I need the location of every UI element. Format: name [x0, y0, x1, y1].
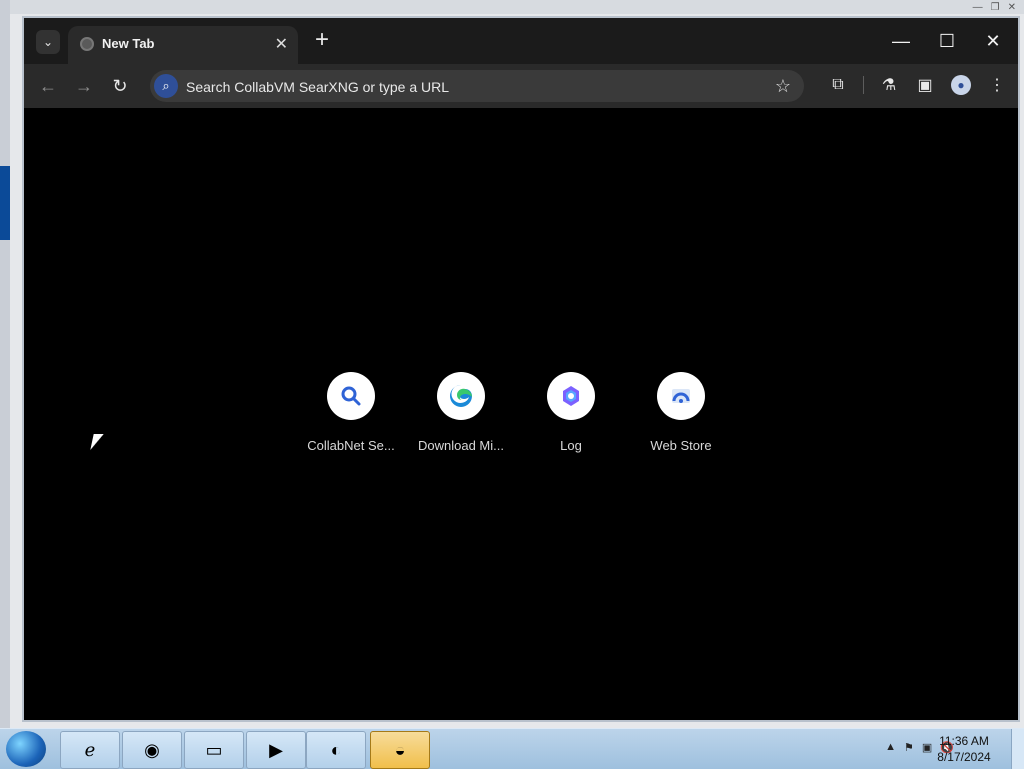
reload-button[interactable]: ↻: [108, 74, 132, 98]
arrow-left-icon: ←: [39, 75, 57, 96]
labs-button[interactable]: ⚗: [878, 74, 900, 96]
back-button[interactable]: ←: [36, 74, 60, 98]
new-tab-page: CollabNet Se... Download Mi... Log Web S…: [24, 108, 1018, 720]
background-window-restore-icon: ❐: [990, 2, 1000, 13]
background-window-close-icon: ✕: [1007, 2, 1016, 13]
tab-favicon: [80, 37, 94, 51]
search-engine-icon: ⌕: [154, 74, 178, 98]
edge-icon: [450, 384, 472, 407]
taskbar-edge-button[interactable]: ◒: [370, 731, 430, 769]
edge-icon: ◒: [394, 739, 406, 760]
side-panel-button[interactable]: ▣: [914, 74, 936, 96]
web-store-icon: [672, 389, 690, 403]
shortcut-collabnet-search[interactable]: CollabNet Se...: [306, 370, 396, 470]
search-icon: [341, 386, 361, 406]
folder-icon: ▭: [205, 739, 223, 760]
address-bar[interactable]: ⌕ ☆: [150, 70, 804, 104]
star-icon: ☆: [774, 75, 792, 96]
taskbar-explorer-button[interactable]: ▭: [184, 731, 244, 769]
shortcut-icon-circle: [547, 372, 595, 420]
browser-titlebar: ⌄ New Tab ✕ + — ☐ ✕: [24, 18, 1018, 64]
address-input[interactable]: [184, 70, 748, 104]
maximize-icon: ☐: [938, 30, 956, 51]
shortcut-label: CollabNet Se...: [307, 438, 395, 453]
kebab-menu-icon: ⋮: [989, 77, 1005, 94]
toolbar-icons: ⧉ ⚗ ▣ ● ⋮: [827, 74, 1008, 96]
shortcut-label: Download Mi...: [418, 438, 504, 453]
browser-window: ⌄ New Tab ✕ + — ☐ ✕ ← → ↻ ⌕ ☆ ⧉: [22, 16, 1020, 722]
tab-close-button[interactable]: ✕: [275, 34, 288, 54]
taskbar-ie-button[interactable]: ℯ: [60, 731, 120, 769]
flask-icon: ⚗: [881, 77, 897, 94]
forward-button[interactable]: →: [72, 74, 96, 98]
copilot-icon: [563, 386, 579, 406]
app-icon: ◐: [330, 739, 342, 760]
close-icon: ✕: [274, 36, 288, 53]
tab-title: New Tab: [102, 36, 155, 51]
shortcut-download-mi[interactable]: Download Mi...: [416, 370, 506, 470]
shortcut-label: Web Store: [650, 438, 712, 453]
chevron-down-icon: ⌄: [42, 35, 54, 49]
close-icon: ✕: [985, 30, 1001, 51]
taskbar-firefox-button[interactable]: ◉: [122, 731, 182, 769]
shortcut-icon-circle: [327, 372, 375, 420]
taskbar-media-button[interactable]: ▶: [246, 731, 306, 769]
tab-search-button[interactable]: ⌄: [36, 30, 60, 54]
clock-time: 11:36 AM: [939, 734, 989, 748]
minimize-icon: —: [892, 30, 910, 51]
taskbar: ℯ ◉ ▭ ▶ ◐ ◒ ▲ ⚑ ▣ 🔇 11:36 AM 8/17/2024: [0, 728, 1024, 769]
background-window-controls: — ❐ ✕: [973, 2, 1016, 13]
puzzle-icon: ⧉: [832, 76, 844, 93]
background-window-blue-strip: [0, 166, 10, 240]
reload-icon: ↻: [112, 75, 128, 96]
shortcut-label: Log: [560, 438, 582, 453]
side-panel-icon: ▣: [917, 77, 933, 94]
background-window-minimize-icon: —: [972, 2, 983, 13]
clock-date: 8/17/2024: [937, 750, 991, 764]
show-desktop-button[interactable]: [1011, 729, 1024, 769]
extensions-button[interactable]: ⧉: [827, 74, 849, 96]
close-window-button[interactable]: ✕: [978, 26, 1008, 56]
maximize-button[interactable]: ☐: [932, 26, 962, 56]
system-clock[interactable]: 11:36 AM 8/17/2024: [928, 733, 1000, 765]
bookmark-button[interactable]: ☆: [772, 75, 794, 97]
shortcut-icon-circle: [657, 372, 705, 420]
tray-expand-icon[interactable]: ▲: [885, 741, 896, 754]
shortcut-web-store[interactable]: Web Store: [636, 370, 726, 470]
profile-button[interactable]: ●: [950, 74, 972, 96]
media-player-icon: ▶: [269, 739, 283, 760]
tab-new-tab[interactable]: New Tab ✕: [68, 26, 298, 64]
taskbar-app-button[interactable]: ◐: [306, 731, 366, 769]
window-controls: — ☐ ✕: [886, 26, 1008, 56]
avatar-icon: ●: [951, 75, 971, 95]
arrow-right-icon: →: [75, 75, 93, 96]
shortcut-icon-circle: [437, 372, 485, 420]
start-button[interactable]: [6, 731, 46, 767]
background-window-left-strip: [0, 0, 10, 728]
plus-icon: +: [314, 26, 329, 53]
browser-toolbar: ← → ↻ ⌕ ☆ ⧉ ⚗ ▣ ● ⋮: [24, 64, 1018, 108]
background-window-titlebar: [0, 0, 1024, 14]
ie-icon: ℯ: [84, 739, 96, 760]
new-tab-button[interactable]: +: [310, 28, 334, 52]
shortcut-log[interactable]: Log: [526, 370, 616, 470]
toolbar-separator: [863, 76, 864, 94]
flag-icon[interactable]: ⚑: [904, 741, 914, 754]
minimize-button[interactable]: —: [886, 26, 916, 56]
shortcuts-grid: CollabNet Se... Download Mi... Log Web S…: [306, 370, 726, 470]
menu-button[interactable]: ⋮: [986, 74, 1008, 96]
firefox-icon: ◉: [144, 739, 160, 760]
